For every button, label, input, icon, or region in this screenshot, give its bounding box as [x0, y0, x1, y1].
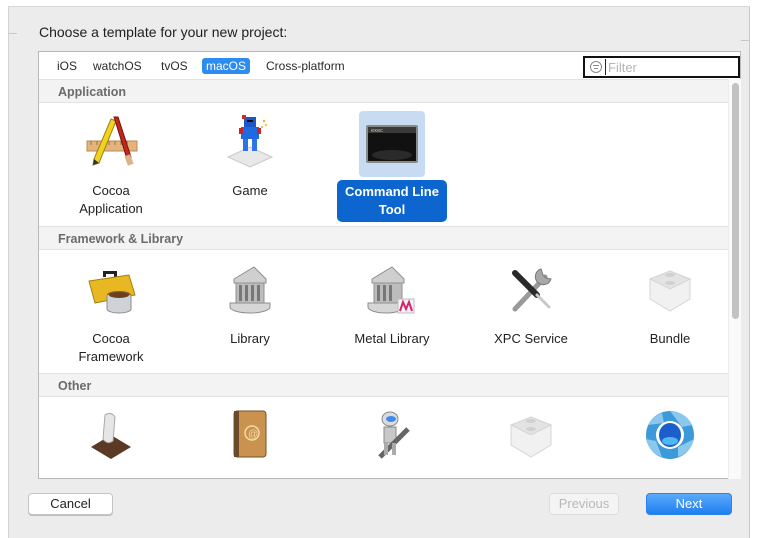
template-label: Command Line Tool — [337, 180, 447, 222]
svg-text:@: @ — [248, 429, 258, 440]
game-icon — [226, 115, 274, 168]
window-edge — [9, 33, 17, 34]
tab-ios[interactable]: iOS — [53, 58, 81, 74]
tab-tvos[interactable]: tvOS — [157, 58, 192, 74]
scroll-thumb[interactable] — [732, 83, 739, 319]
dialog-prompt: Choose a template for your new project: — [39, 24, 288, 40]
template-address-book[interactable]: @ — [185, 405, 315, 471]
template-chooser: iOS watchOS tvOS macOS Cross-platform Ap… — [38, 51, 741, 479]
template-label: Bundle — [649, 331, 691, 346]
template-bundle-other[interactable] — [466, 405, 596, 471]
window-edge — [741, 40, 749, 41]
vertical-scrollbar[interactable] — [728, 79, 741, 479]
template-xpc-service[interactable]: XPC Service — [466, 259, 596, 350]
template-command-line-tool[interactable]: exec Command Line Tool — [327, 111, 457, 222]
tools-icon — [512, 268, 552, 312]
section-header-other: Other — [39, 373, 728, 397]
template-metal-library[interactable]: Metal Library — [327, 259, 457, 350]
library-icon — [229, 266, 271, 314]
template-quartz-composer[interactable] — [605, 405, 728, 471]
template-automator[interactable] — [327, 405, 457, 471]
template-cocoa-framework[interactable]: Cocoa Framework — [46, 259, 176, 368]
filter-input[interactable] — [605, 59, 735, 75]
toolbox-icon — [88, 271, 136, 314]
address-book-icon: @ — [233, 410, 267, 458]
automator-icon — [378, 411, 410, 459]
filter-icon — [590, 61, 602, 73]
template-label: Library — [230, 331, 270, 346]
template-cocoa-application[interactable]: Cocoa Application — [46, 111, 176, 220]
bundle-icon — [648, 270, 692, 312]
metal-library-icon — [367, 266, 415, 314]
terminal-icon: exec — [366, 125, 418, 163]
cancel-button[interactable]: Cancel — [28, 493, 113, 515]
platform-tab-bar: iOS watchOS tvOS macOS Cross-platform — [39, 52, 740, 79]
filter-field[interactable] — [583, 56, 740, 78]
template-label: Cocoa Application — [79, 183, 143, 216]
template-label: Game — [232, 183, 268, 198]
tab-macos[interactable]: macOS — [202, 58, 251, 74]
template-applescript[interactable] — [46, 405, 176, 471]
tab-watchos[interactable]: watchOS — [89, 58, 146, 74]
cocoa-app-icon — [86, 116, 138, 166]
template-label: Metal Library — [354, 331, 430, 346]
template-game[interactable]: Game — [185, 111, 315, 202]
template-list: Application Cocoa Application Game exec … — [39, 79, 728, 479]
template-library[interactable]: Library — [185, 259, 315, 350]
section-header-application: Application — [39, 79, 728, 103]
svg-text:exec: exec — [371, 128, 383, 134]
new-project-dialog: Choose a template for your new project: … — [8, 6, 750, 538]
next-button[interactable]: Next — [646, 493, 732, 515]
quartz-composer-icon — [646, 410, 694, 459]
bundle-icon — [509, 416, 553, 458]
template-bundle[interactable]: Bundle — [605, 259, 728, 350]
previous-button[interactable]: Previous — [549, 493, 619, 515]
section-header-framework-library: Framework & Library — [39, 226, 728, 250]
applescript-icon — [91, 412, 131, 459]
template-label: XPC Service — [494, 331, 568, 346]
tab-cross-platform[interactable]: Cross-platform — [262, 58, 349, 74]
template-label: Cocoa Framework — [78, 331, 144, 364]
